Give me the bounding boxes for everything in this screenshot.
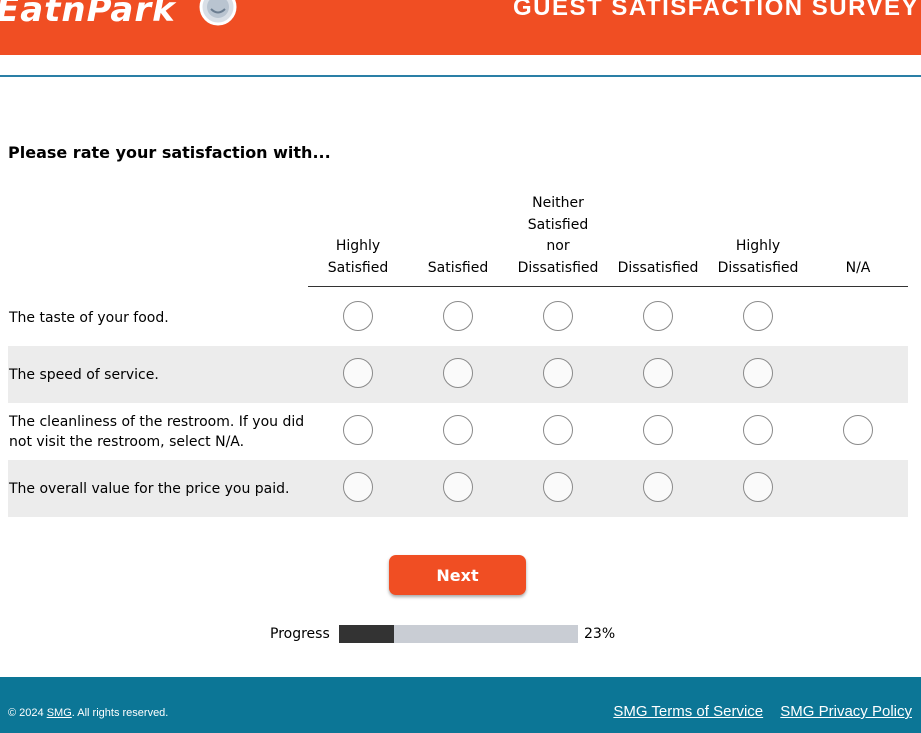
footer-links: SMG Terms of Service SMG Privacy Policy — [600, 703, 912, 720]
copyright-prefix: © 2024 — [8, 707, 44, 719]
radio-neutral[interactable] — [543, 358, 573, 388]
radio-highly-dissatisfied[interactable] — [743, 301, 773, 331]
progress-bar — [339, 625, 578, 643]
privacy-policy-link[interactable]: SMG Privacy Policy — [780, 703, 912, 720]
rating-row-food-taste: The taste of your food. — [8, 289, 908, 346]
column-header-na: N/A — [845, 259, 871, 276]
rating-row-overall-value: The overall value for the price you paid… — [8, 460, 908, 517]
site-footer: © 2024 SMG. All rights reserved. SMG Ter… — [0, 677, 921, 733]
row-label: The taste of your food. — [9, 309, 169, 326]
survey-title: GUEST SATISFACTION SURVEY — [513, 0, 919, 21]
radio-na[interactable] — [843, 415, 873, 445]
next-button[interactable]: Next — [389, 555, 526, 595]
row-label: The cleanliness of the restroom. If you … — [9, 413, 305, 450]
radio-highly-dissatisfied[interactable] — [743, 472, 773, 502]
radio-highly-dissatisfied[interactable] — [743, 415, 773, 445]
radio-dissatisfied[interactable] — [643, 472, 673, 502]
column-header-highly-satisfied: Highly Satisfied — [327, 238, 389, 276]
copyright-suffix: . All rights reserved. — [71, 707, 169, 719]
copyright-notice: © 2024 SMG. All rights reserved. — [8, 707, 168, 719]
radio-neutral[interactable] — [543, 301, 573, 331]
question-prompt: Please rate your satisfaction with... — [8, 143, 331, 162]
radio-dissatisfied[interactable] — [643, 415, 673, 445]
row-label: The overall value for the price you paid… — [9, 480, 290, 497]
progress-bar-fill — [339, 625, 394, 643]
radio-highly-satisfied[interactable] — [343, 415, 373, 445]
row-label: The speed of service. — [9, 366, 159, 383]
rating-row-restroom-cleanliness: The cleanliness of the restroom. If you … — [8, 403, 908, 460]
radio-satisfied[interactable] — [443, 301, 473, 331]
radio-satisfied[interactable] — [443, 358, 473, 388]
header-divider — [0, 75, 921, 77]
radio-dissatisfied[interactable] — [643, 301, 673, 331]
radio-highly-satisfied[interactable] — [343, 472, 373, 502]
radio-highly-dissatisfied[interactable] — [743, 358, 773, 388]
radio-satisfied[interactable] — [443, 472, 473, 502]
radio-satisfied[interactable] — [443, 415, 473, 445]
site-header: EatnPark GUEST SATISFACTION SURVEY — [0, 0, 921, 55]
rating-row-service-speed: The speed of service. — [8, 346, 908, 403]
radio-neutral[interactable] — [543, 472, 573, 502]
column-header-satisfied: Satisfied — [427, 259, 489, 276]
progress-percent: 23% — [584, 626, 616, 642]
radio-dissatisfied[interactable] — [643, 358, 673, 388]
radio-highly-satisfied[interactable] — [343, 301, 373, 331]
column-header-highly-dissatisfied: Highly Dissatisfied — [717, 238, 799, 276]
brand-logo-text: EatnPark — [0, 0, 176, 30]
progress-label: Progress — [270, 626, 330, 642]
header-underline — [308, 286, 908, 287]
column-header-dissatisfied: Dissatisfied — [617, 259, 699, 276]
terms-of-service-link[interactable]: SMG Terms of Service — [613, 703, 763, 720]
radio-highly-satisfied[interactable] — [343, 358, 373, 388]
smiley-cookie-icon — [199, 0, 237, 26]
radio-neutral[interactable] — [543, 415, 573, 445]
column-header-neutral: Neither Satisfied nor Dissatisfied — [517, 195, 599, 276]
smg-link[interactable]: SMG — [47, 707, 72, 719]
